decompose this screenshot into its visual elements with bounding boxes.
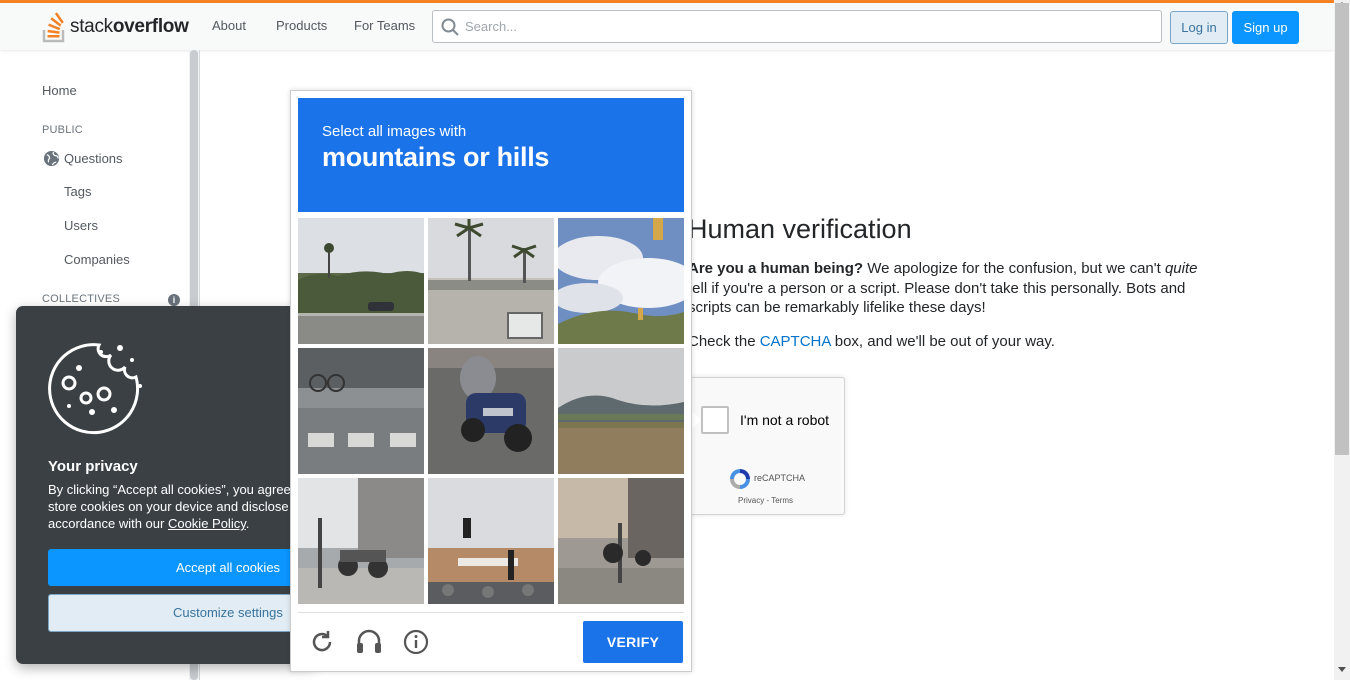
cookie-text: By clicking “Accept all cookies”, you ag…: [48, 482, 291, 531]
scroll-down-arrow-icon[interactable]: [1338, 667, 1346, 672]
tile-sidewalk-scooter[interactable]: [558, 478, 684, 604]
recaptcha-terms-link[interactable]: Terms: [771, 496, 793, 505]
recaptcha-legal: Privacy - Terms: [738, 496, 793, 505]
recaptcha-logo-icon: [730, 469, 750, 489]
sidebar-item-tags[interactable]: Tags: [64, 184, 91, 199]
collectives-info-icon[interactable]: i: [168, 294, 180, 306]
nav-for-teams[interactable]: For Teams: [354, 18, 415, 33]
captcha-instruction: Check the CAPTCHA box, and we'll be out …: [688, 333, 1055, 350]
verification-explanation: Are you a human being? We apologize for …: [688, 260, 1198, 316]
lead-bold: Are you a human being?: [688, 260, 864, 277]
search-box[interactable]: [432, 10, 1162, 43]
page-scrollbar[interactable]: [1334, 0, 1350, 680]
verify-button[interactable]: VERIFY: [583, 621, 683, 663]
sidebar-heading-collectives: COLLECTIVES: [42, 293, 121, 305]
tile-house-palms[interactable]: [428, 218, 554, 344]
challenge-divider: [298, 612, 684, 613]
challenge-target: mountains or hills: [322, 142, 550, 172]
stackoverflow-logo[interactable]: stackoverflow: [42, 11, 189, 43]
cookie-banner: Your privacy By clicking “Accept all coo…: [16, 306, 316, 664]
sidebar-item-companies[interactable]: Companies: [64, 252, 130, 267]
challenge-header: Select all images with mountains or hill…: [298, 98, 684, 212]
nav-products[interactable]: Products: [276, 18, 327, 33]
top-bar: stackoverflow About Products For Teams L…: [0, 0, 1334, 50]
tile-road-palms[interactable]: [298, 218, 424, 344]
cookie-title: Your privacy: [48, 458, 138, 475]
captcha-challenge: Select all images with mountains or hill…: [290, 90, 692, 672]
sidebar-heading-public: PUBLIC: [42, 124, 83, 136]
sidebar-item-questions[interactable]: Questions: [64, 151, 123, 166]
sidebar-item-home[interactable]: Home: [42, 83, 77, 98]
customize-settings-button[interactable]: Customize settings: [48, 594, 316, 632]
logo-text-regular: stack: [70, 16, 113, 37]
tile-crosswalk[interactable]: [298, 348, 424, 474]
signup-button[interactable]: Sign up: [1232, 11, 1299, 44]
recaptcha-widget: I'm not a robot reCAPTCHA Privacy - Term…: [687, 377, 845, 515]
audio-icon[interactable]: [355, 629, 383, 655]
tile-motorcycle[interactable]: [428, 348, 554, 474]
login-button[interactable]: Log in: [1170, 11, 1228, 44]
tile-traffic-light-store[interactable]: [428, 478, 554, 604]
stackoverflow-logo-icon: [42, 12, 65, 43]
info-icon[interactable]: [403, 629, 429, 655]
challenge-pointer: [691, 410, 701, 430]
globe-icon: [43, 150, 60, 167]
tile-parked-motorcycles[interactable]: [298, 478, 424, 604]
scrollbar-thumb[interactable]: [1335, 3, 1349, 455]
challenge-instruction: Select all images with: [322, 123, 467, 140]
tile-hills-overpass[interactable]: [558, 348, 684, 474]
recaptcha-checkbox[interactable]: [701, 406, 729, 434]
recaptcha-privacy-link[interactable]: Privacy: [738, 496, 764, 505]
logo-text-bold: overflow: [112, 16, 189, 37]
cookie-policy-link[interactable]: Cookie Policy: [168, 516, 246, 531]
tile-clouds-traffic-light[interactable]: [558, 218, 684, 344]
cookie-icon: [48, 343, 142, 435]
search-input[interactable]: [465, 11, 1145, 42]
search-icon: [441, 18, 459, 36]
sidebar-item-users[interactable]: Users: [64, 218, 98, 233]
accept-all-cookies-button[interactable]: Accept all cookies: [48, 549, 316, 586]
captcha-link[interactable]: CAPTCHA: [760, 333, 831, 350]
recaptcha-brand: reCAPTCHA: [754, 473, 806, 483]
reload-icon[interactable]: [309, 629, 335, 655]
page-title: Human verification: [688, 214, 912, 244]
recaptcha-label: I'm not a robot: [740, 412, 830, 428]
nav-about[interactable]: About: [212, 18, 246, 33]
